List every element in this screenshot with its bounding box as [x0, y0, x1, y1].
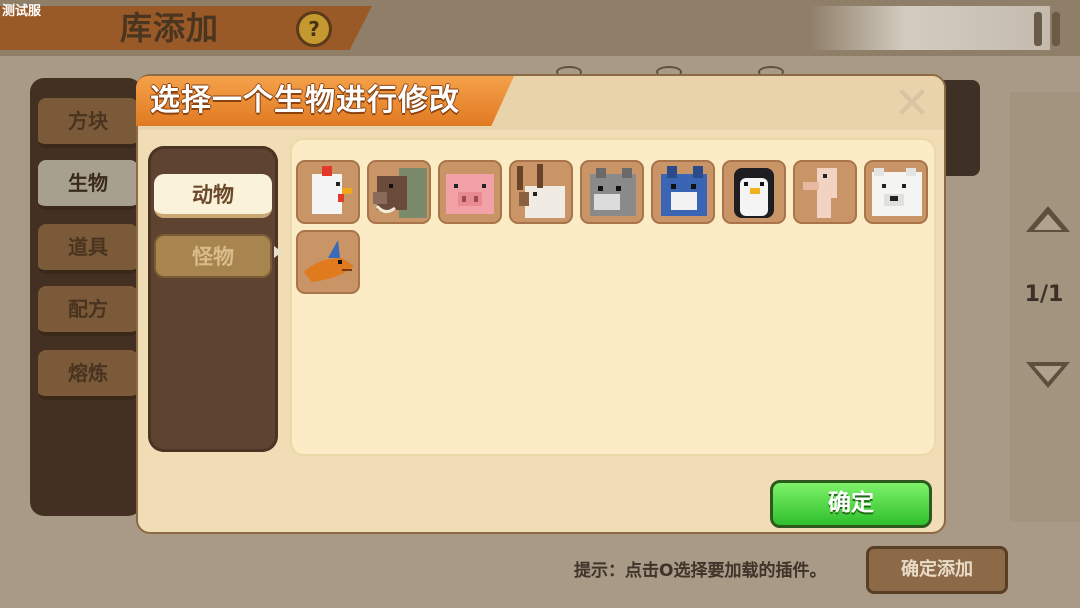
side-tab-smelting[interactable]: 熔炼 — [38, 350, 138, 400]
right-strip — [1010, 92, 1080, 522]
pointer-icon — [274, 246, 282, 258]
scroll-down-inner — [1034, 366, 1062, 382]
side-tab-items[interactable]: 道具 — [38, 224, 138, 274]
scroll-up-inner — [1034, 214, 1062, 230]
confirm-button[interactable]: 确定 — [770, 480, 932, 528]
boar-icon[interactable] — [367, 160, 431, 224]
wolf-icon[interactable] — [580, 160, 644, 224]
chicken-icon[interactable] — [296, 160, 360, 224]
watermark: 测试服 — [2, 4, 42, 19]
side-tab-creatures[interactable]: 生物 — [38, 160, 138, 210]
polar-bear-icon[interactable] — [864, 160, 928, 224]
confirm-add-button[interactable]: 确定添加 — [866, 546, 1008, 594]
close-icon[interactable]: ✕ — [892, 82, 932, 126]
pause-icon[interactable] — [1030, 10, 1066, 50]
page-title: 库添加 — [120, 9, 220, 47]
top-right-blur — [810, 6, 1050, 50]
help-icon[interactable]: ? — [296, 11, 332, 47]
side-tab-recipes[interactable]: 配方 — [38, 286, 138, 336]
category-panel: 动物 怪物 — [148, 146, 278, 452]
raptor-icon[interactable] — [296, 230, 360, 294]
category-monsters[interactable]: 怪物 — [154, 234, 272, 278]
category-animals[interactable]: 动物 — [154, 174, 272, 218]
creature-grid — [290, 138, 936, 456]
select-creature-dialog: 选择一个生物进行修改 ✕ 动物 怪物 确定 — [136, 74, 946, 534]
moose-icon[interactable] — [509, 160, 573, 224]
side-tab-blocks[interactable]: 方块 — [38, 98, 138, 148]
dialog-title: 选择一个生物进行修改 — [150, 83, 460, 118]
penguin-icon[interactable] — [722, 160, 786, 224]
blue-wolf-icon[interactable] — [651, 160, 715, 224]
page-indicator: 1/1 — [1024, 282, 1064, 307]
ostrich-icon[interactable] — [793, 160, 857, 224]
pig-icon[interactable] — [438, 160, 502, 224]
tip-text: 提示：点击O选择要加载的插件。 — [574, 561, 827, 581]
